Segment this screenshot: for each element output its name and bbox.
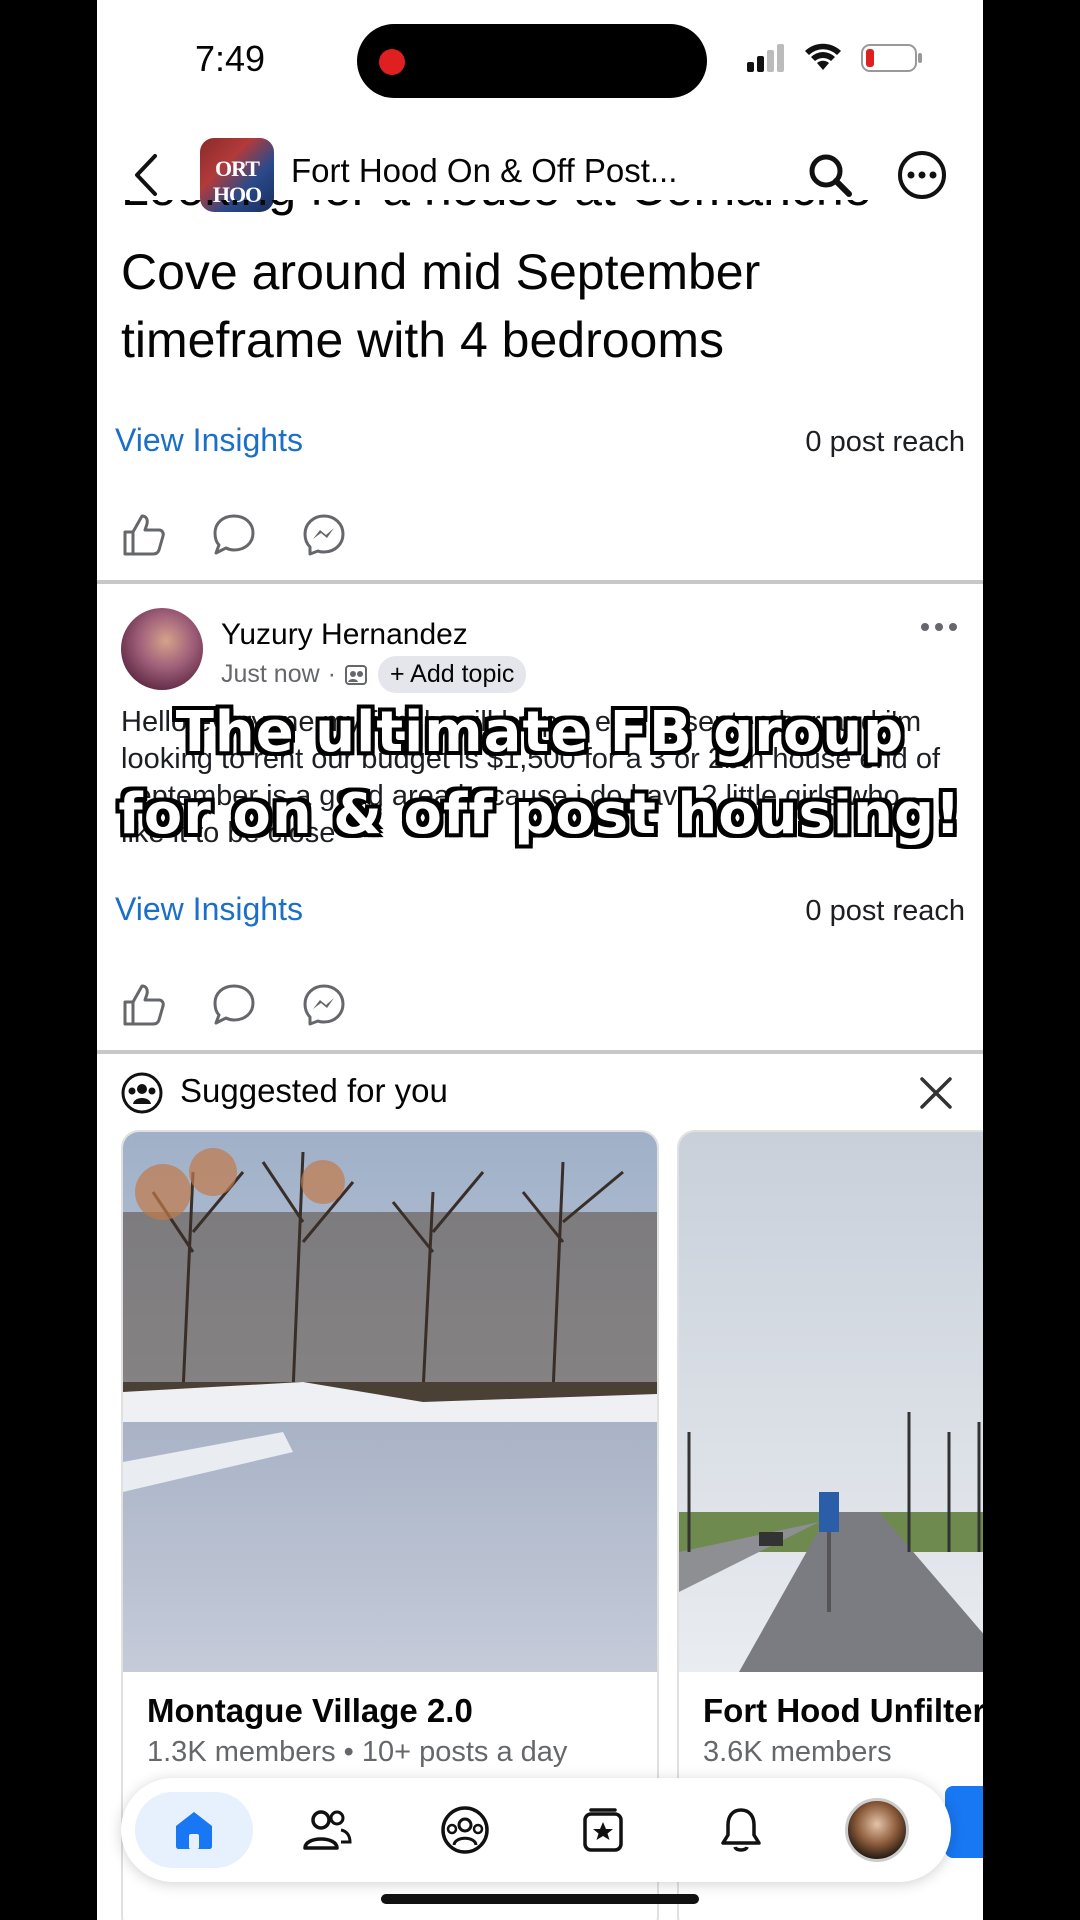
post1-reach: 0 post reach xyxy=(805,426,965,458)
comment-icon[interactable] xyxy=(211,982,257,1028)
profile-avatar xyxy=(845,1798,909,1862)
suggested-group-meta: 1.3K members • 10+ posts a day xyxy=(147,1736,568,1768)
comment-icon[interactable] xyxy=(211,512,257,558)
messenger-share-icon[interactable] xyxy=(301,982,347,1028)
friends-icon xyxy=(303,1810,352,1850)
post2-author-name[interactable]: Yuzury Hernandez xyxy=(221,618,468,652)
nav-feeds[interactable] xyxy=(565,1792,641,1868)
video-caption-line-1: The ultimate FB group xyxy=(175,700,905,765)
suggested-group-meta: 3.6K members xyxy=(703,1736,892,1768)
post2-reach: 0 post reach xyxy=(805,895,965,927)
video-caption-line-2: for on & off post housing! xyxy=(118,782,962,847)
cellular-signal-icon xyxy=(747,44,784,72)
nav-profile[interactable] xyxy=(839,1792,915,1868)
search-icon[interactable] xyxy=(807,152,853,198)
groups-suggestion-icon xyxy=(121,1072,163,1114)
post1-clipped-line: Looking for a house at Comanche Village xyxy=(121,200,983,218)
post-divider xyxy=(97,1050,983,1054)
bottom-nav xyxy=(121,1778,951,1882)
post2-time: Just now xyxy=(221,660,320,688)
groups-icon xyxy=(441,1806,489,1854)
home-icon xyxy=(176,1812,212,1849)
suggested-title: Suggested for you xyxy=(180,1072,448,1109)
back-arrow-icon[interactable] xyxy=(127,152,167,198)
close-icon[interactable] xyxy=(919,1076,953,1110)
like-icon[interactable] xyxy=(121,982,167,1028)
screen: 7:49 ORT HOO Fort Hood On & Off Post... … xyxy=(97,0,983,1920)
group-title[interactable]: Fort Hood On & Off Post... xyxy=(291,152,677,190)
group-cover-photo xyxy=(679,1132,983,1672)
suggested-group-name[interactable]: Fort Hood Unfiltered xyxy=(703,1692,983,1730)
wifi-icon xyxy=(805,43,841,70)
status-time: 7:49 xyxy=(195,38,266,79)
post1-actions xyxy=(121,512,347,558)
dynamic-island xyxy=(357,24,707,98)
nav-groups[interactable] xyxy=(427,1792,503,1868)
nav-home[interactable] xyxy=(135,1792,253,1868)
group-audience-icon xyxy=(345,664,367,685)
nav-friends[interactable] xyxy=(289,1792,365,1868)
post2-actions xyxy=(121,982,347,1028)
post1-view-insights-link[interactable]: View Insights xyxy=(115,422,303,459)
author-avatar[interactable] xyxy=(121,608,203,690)
post-divider xyxy=(97,580,983,584)
post-more-icon[interactable] xyxy=(919,620,959,634)
notifications-icon xyxy=(721,1808,761,1852)
home-indicator xyxy=(381,1894,699,1904)
post2-meta: Just now · + Add topic xyxy=(221,656,527,693)
more-options-icon[interactable] xyxy=(897,150,947,200)
messenger-share-icon[interactable] xyxy=(301,512,347,558)
battery-icon xyxy=(861,44,922,72)
nav-notifications[interactable] xyxy=(703,1792,779,1868)
join-button-edge[interactable] xyxy=(945,1786,983,1858)
meta-separator: · xyxy=(327,660,336,688)
suggested-group-name[interactable]: Montague Village 2.0 xyxy=(147,1692,473,1730)
post2-view-insights-link[interactable]: View Insights xyxy=(115,891,303,928)
group-cover-photo xyxy=(123,1132,657,1672)
like-icon[interactable] xyxy=(121,512,167,558)
post1-text: Cove around mid September timeframe with… xyxy=(121,244,761,368)
feeds-icon xyxy=(583,1808,623,1852)
recording-indicator-icon xyxy=(379,49,405,75)
add-topic-chip[interactable]: + Add topic xyxy=(378,656,527,693)
